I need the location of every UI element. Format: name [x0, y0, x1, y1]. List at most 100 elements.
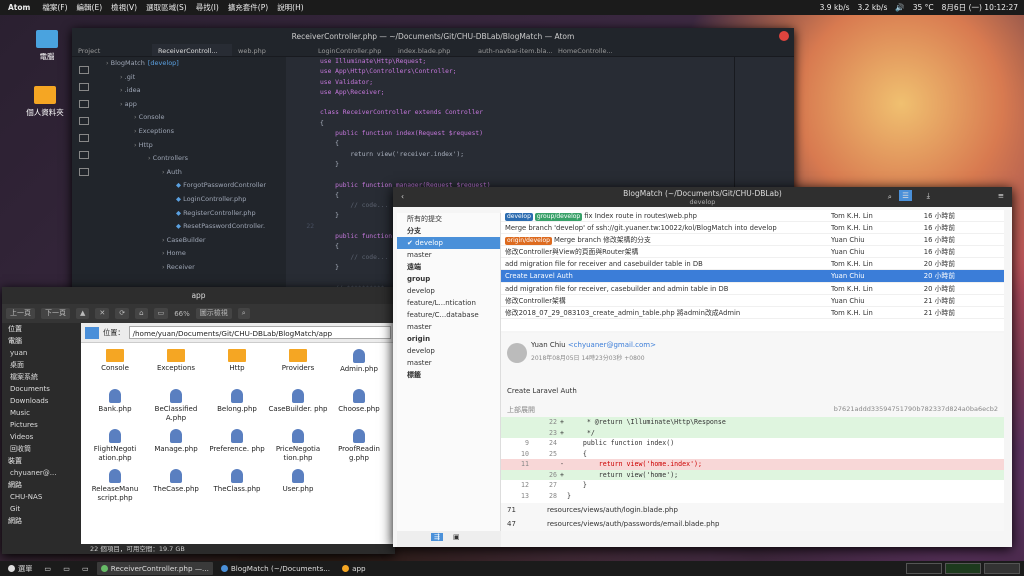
sidebar-item[interactable]: Git: [2, 503, 81, 515]
sidebar-item[interactable]: yuan: [2, 347, 81, 359]
author-email[interactable]: <chyuaner@gmail.com>: [568, 341, 656, 349]
sidebar-item[interactable]: chyuaner@...: [2, 467, 81, 479]
tree-item[interactable]: ◆ ResetPasswordController.: [96, 220, 286, 234]
desktop-icon-computer[interactable]: 電腦: [22, 30, 72, 62]
tree-item[interactable]: › Auth: [96, 166, 286, 180]
location-input[interactable]: /home/yuan/Documents/Git/CHU-DBLab/BlogM…: [128, 326, 391, 339]
file-item[interactable]: Belong.php: [207, 389, 267, 414]
commit-row[interactable]: 修改Controller架構 Yuan Chiu 21 小時前: [501, 295, 1004, 307]
nav-item[interactable]: ✔ develop: [397, 237, 500, 249]
menu-item[interactable]: 尋找(I): [196, 2, 219, 13]
home-icon[interactable]: ⌂: [135, 308, 148, 319]
toggle-path-icon[interactable]: [85, 326, 99, 339]
tree-view-icon[interactable]: ⇶: [431, 533, 443, 541]
file-item[interactable]: Console: [85, 349, 145, 373]
tree-item[interactable]: › Home: [96, 247, 286, 261]
start-menu-button[interactable]: 選單: [4, 562, 36, 575]
tree-item[interactable]: › Controllers: [96, 152, 286, 166]
commit-row[interactable]: Merge branch 'develop' of ssh://git.yuan…: [501, 222, 1004, 235]
menu-icon[interactable]: ≡: [998, 191, 1004, 200]
menu-item[interactable]: 檔案(F): [42, 2, 67, 13]
nav-item[interactable]: feature/L...ntication: [397, 297, 500, 309]
menu-item[interactable]: 選取區域(S): [146, 2, 187, 13]
tree-item[interactable]: › Receiver: [96, 261, 286, 275]
monitor-icon[interactable]: ▭: [78, 562, 93, 575]
file-item[interactable]: User.php: [268, 469, 328, 494]
tree-item[interactable]: › app: [96, 98, 286, 112]
file-item[interactable]: BeClassified A.php: [146, 389, 206, 422]
terminal-icon[interactable]: ▭: [40, 562, 55, 575]
task-files[interactable]: app: [338, 562, 370, 575]
computer-icon[interactable]: ▭: [153, 308, 169, 319]
commit-row[interactable]: Create Laravel Auth Yuan Chiu 20 小時前: [501, 270, 1004, 283]
close-icon[interactable]: [779, 31, 789, 41]
tree-item[interactable]: › .idea: [96, 84, 286, 98]
file-item[interactable]: Admin.php: [329, 349, 389, 374]
tab[interactable]: auth-navbar-item.bla...: [472, 44, 552, 56]
sidebar-item[interactable]: 檔案系統: [2, 371, 81, 383]
sidebar-item[interactable]: 回收筒: [2, 443, 81, 455]
file-item[interactable]: FlightNegoti ation.php: [85, 429, 145, 462]
volume-icon[interactable]: 🔊: [895, 3, 904, 12]
workspace-icon[interactable]: [984, 563, 1020, 574]
sidebar-item[interactable]: Documents: [2, 383, 81, 395]
nav-item[interactable]: develop: [397, 345, 500, 357]
file-item[interactable]: Providers: [268, 349, 328, 373]
save-icon[interactable]: ▣: [453, 533, 460, 541]
nav-item[interactable]: feature/C...database: [397, 309, 500, 321]
changed-file[interactable]: 71 resources/views/auth/login.blade.php: [501, 503, 1004, 517]
tree-item[interactable]: › BlogMatch [develop]: [96, 57, 286, 71]
tree-item[interactable]: › Http: [96, 139, 286, 153]
back-button[interactable]: 上一頁: [6, 308, 35, 319]
file-item[interactable]: Choose.php: [329, 389, 389, 414]
nav-item[interactable]: master: [397, 321, 500, 333]
nav-item[interactable]: master: [397, 249, 500, 261]
menu-item[interactable]: 檢視(V): [111, 2, 137, 13]
stop-icon[interactable]: ✕: [95, 308, 110, 319]
file-item[interactable]: TheCase.php: [146, 469, 206, 494]
tab[interactable]: index.blade.php: [392, 44, 472, 56]
changed-file[interactable]: 47 resources/views/auth/passwords/email.b…: [501, 517, 1004, 531]
sidebar-item[interactable]: CHU-NAS: [2, 491, 81, 503]
menu-item[interactable]: 編輯(E): [77, 2, 103, 13]
commit-row[interactable]: add migration file for receiver, casebui…: [501, 283, 1004, 295]
history-icon[interactable]: ☰: [899, 190, 912, 201]
tab[interactable]: LoginController.php: [312, 44, 392, 56]
file-item[interactable]: Preference. php: [207, 429, 267, 454]
tree-item[interactable]: ◆ ForgotPasswordController: [96, 179, 286, 193]
desktop-icon-home[interactable]: 個人資料夾: [20, 86, 70, 118]
up-icon[interactable]: ▲: [76, 308, 90, 319]
download-icon[interactable]: ⤓: [927, 191, 930, 200]
tree-item[interactable]: › .git: [96, 71, 286, 85]
sidebar-item[interactable]: 桌面: [2, 359, 81, 371]
menu-item[interactable]: 說明(H): [277, 2, 304, 13]
back-icon[interactable]: ‹: [401, 192, 404, 201]
tree-item[interactable]: ◆ RegisterController.php: [96, 207, 286, 221]
files-icon[interactable]: ▭: [59, 562, 74, 575]
nav-item[interactable]: develop: [397, 285, 500, 297]
file-item[interactable]: CaseBuilder. php: [268, 389, 328, 414]
expand-parent[interactable]: 上部展開: [507, 405, 535, 415]
file-item[interactable]: Exceptions: [146, 349, 206, 373]
sidebar-item[interactable]: Videos: [2, 431, 81, 443]
file-item[interactable]: Manage.php: [146, 429, 206, 454]
tree-item[interactable]: › Console: [96, 111, 286, 125]
view-mode-select[interactable]: 圖示檢視: [195, 308, 232, 319]
commit-row[interactable]: develop group/develop fix Index route in r…: [501, 210, 1004, 223]
tab[interactable]: Project: [72, 44, 152, 56]
reload-icon[interactable]: ⟳: [115, 308, 130, 319]
task-git[interactable]: BlogMatch (~/Documents...: [217, 562, 334, 575]
nav-item[interactable]: master: [397, 357, 500, 369]
nav-item[interactable]: 所有的提交: [397, 213, 500, 225]
sidebar-item[interactable]: Pictures: [2, 419, 81, 431]
commit-row[interactable]: add migration file for receiver and case…: [501, 258, 1004, 271]
menu-item[interactable]: 擴充套件(P): [228, 2, 268, 13]
commit-row[interactable]: origin/develop Merge branch 修改架構的分支 Yuan C…: [501, 234, 1004, 247]
tab[interactable]: ReceiverControll...: [152, 44, 232, 56]
tree-item[interactable]: ◆ LoginController.php: [96, 193, 286, 207]
file-item[interactable]: TheClass.php: [207, 469, 267, 494]
tree-item[interactable]: › CaseBuilder: [96, 234, 286, 248]
file-item[interactable]: ReleaseManu script.php: [85, 469, 145, 502]
tab[interactable]: HomeControlle...: [552, 44, 632, 56]
search-icon[interactable]: ⌕: [888, 192, 892, 201]
